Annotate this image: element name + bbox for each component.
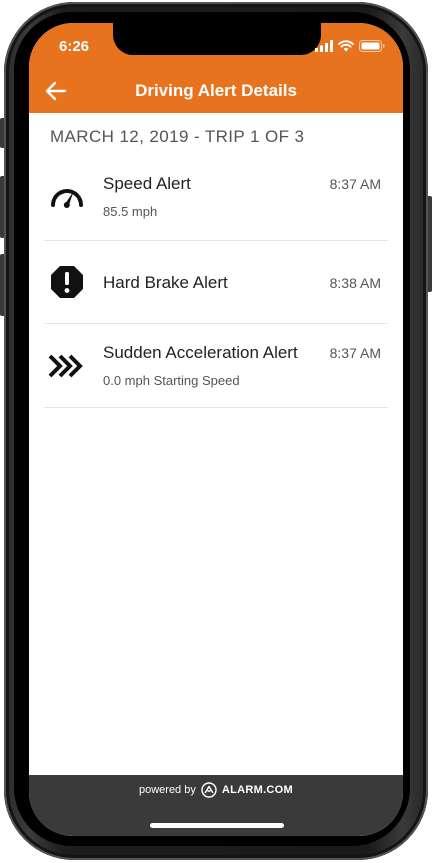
home-indicator[interactable] xyxy=(150,823,284,828)
alert-time: 8:38 AM xyxy=(329,275,381,291)
alarm-com-logo-icon xyxy=(201,782,217,798)
triple-chevron-icon xyxy=(48,354,83,378)
wifi-icon xyxy=(338,40,354,52)
alert-row-speed[interactable]: Speed Alert 85.5 mph 8:37 AM xyxy=(44,154,388,241)
alert-time: 8:37 AM xyxy=(329,176,381,192)
alert-row-sudden-acceleration[interactable]: Sudden Acceleration Alert 0.0 mph Starti… xyxy=(44,323,388,408)
app-screen: 6:26 Driving Alert Details MARCH 12, 201… xyxy=(29,23,403,836)
app-footer: powered by ALARM.COM xyxy=(29,775,403,836)
device-frame: 6:26 Driving Alert Details MARCH 12, 201… xyxy=(0,0,432,863)
speedometer-icon xyxy=(51,189,83,208)
device-notch xyxy=(113,23,321,55)
app-header: 6:26 Driving Alert Details xyxy=(29,23,403,113)
powered-by-label: powered by xyxy=(138,784,196,796)
status-time: 6:26 xyxy=(59,38,90,55)
status-icons xyxy=(315,40,385,52)
trip-heading: MARCH 12, 2019 - TRIP 1 OF 3 xyxy=(50,127,305,146)
alert-row-hard-brake[interactable]: Hard Brake Alert 8:38 AM xyxy=(44,240,388,324)
brand-name: ALARM.COM xyxy=(221,784,293,796)
page-title: Driving Alert Details xyxy=(135,81,297,100)
alert-title: Speed Alert xyxy=(103,174,191,193)
signal-icon xyxy=(315,40,333,52)
alert-title: Hard Brake Alert xyxy=(103,273,228,292)
alert-subtitle: 0.0 mph Starting Speed xyxy=(103,373,240,388)
alert-time: 8:37 AM xyxy=(329,345,381,361)
powered-by: powered by ALARM.COM xyxy=(29,782,403,798)
battery-icon xyxy=(359,40,385,52)
exclamation-octagon-icon xyxy=(51,266,83,298)
alert-subtitle: 85.5 mph xyxy=(103,204,158,219)
alert-title: Sudden Acceleration Alert xyxy=(103,343,298,362)
